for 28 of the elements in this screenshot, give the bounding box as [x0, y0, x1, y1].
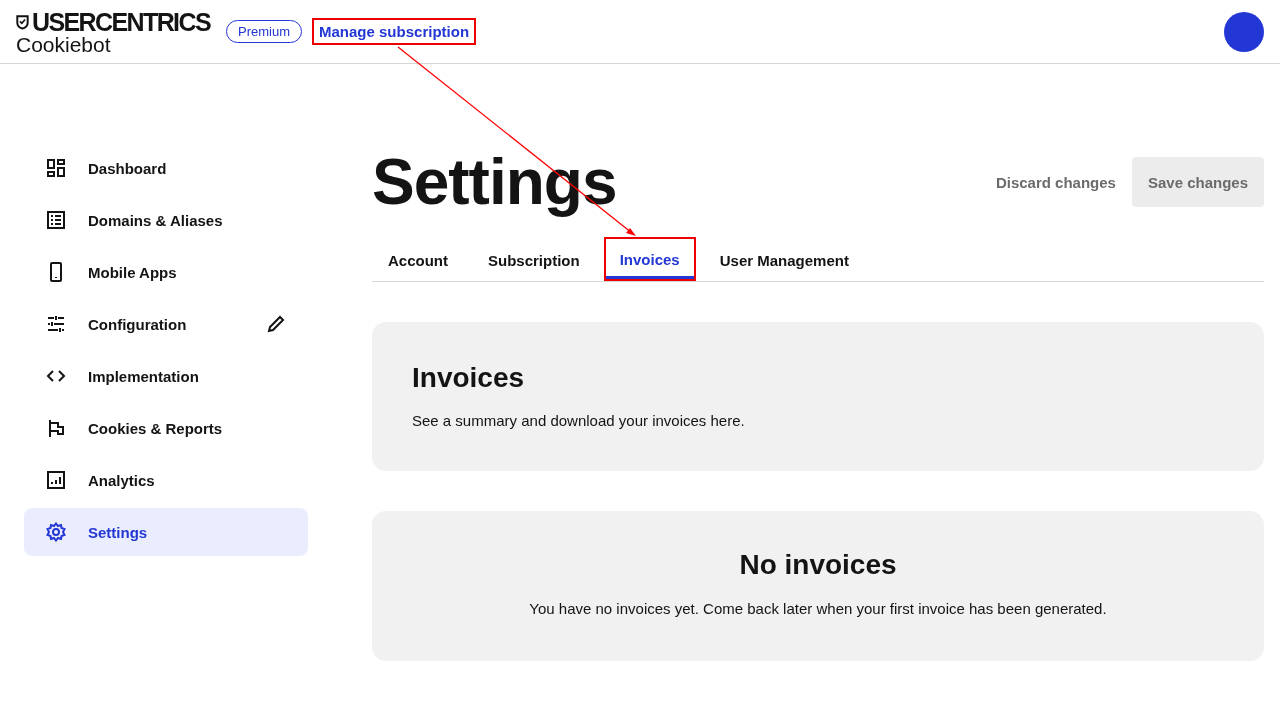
empty-state-title: No invoices — [738, 549, 898, 581]
sidebar-item[interactable]: Settings — [24, 508, 308, 556]
grid-icon — [46, 158, 66, 178]
product-name: Cookiebot — [16, 33, 112, 56]
tab[interactable]: Subscription — [472, 237, 596, 281]
card-description: See a summary and download your invoices here. — [412, 412, 746, 429]
brand-name: USERCENTRICS — [31, 9, 210, 34]
sidebar-item[interactable]: Cookies & Reports — [24, 404, 308, 452]
tab[interactable]: Account — [372, 237, 464, 281]
chart-icon — [46, 470, 66, 490]
sidebar-item[interactable]: Implementation — [24, 352, 308, 400]
sidebar-item[interactable]: Domains & Aliases — [24, 196, 308, 244]
flag-icon — [46, 418, 66, 438]
tab[interactable]: Invoices — [603, 237, 696, 281]
sidebar-item[interactable]: Analytics — [24, 456, 308, 504]
manage-subscription-link[interactable]: Manage subscription — [312, 18, 477, 45]
empty-state-message: You have no invoices yet. Come back later when your first invoice has been generated. — [528, 599, 1108, 619]
sidebar-item[interactable]: Configuration — [24, 300, 308, 348]
settings-icon — [46, 522, 66, 542]
discard-changes-button[interactable]: Discard changes — [979, 173, 1132, 191]
card-title: Invoices — [412, 362, 526, 394]
user-avatar[interactable] — [1224, 11, 1264, 52]
sidebar-item[interactable]: Mobile Apps — [24, 248, 308, 296]
pencil-icon[interactable] — [266, 314, 286, 334]
list-icon — [46, 210, 66, 230]
tab[interactable]: User Management — [703, 237, 865, 281]
sidebar-item[interactable]: Dashboard — [24, 144, 308, 192]
sliders-icon — [46, 314, 66, 334]
